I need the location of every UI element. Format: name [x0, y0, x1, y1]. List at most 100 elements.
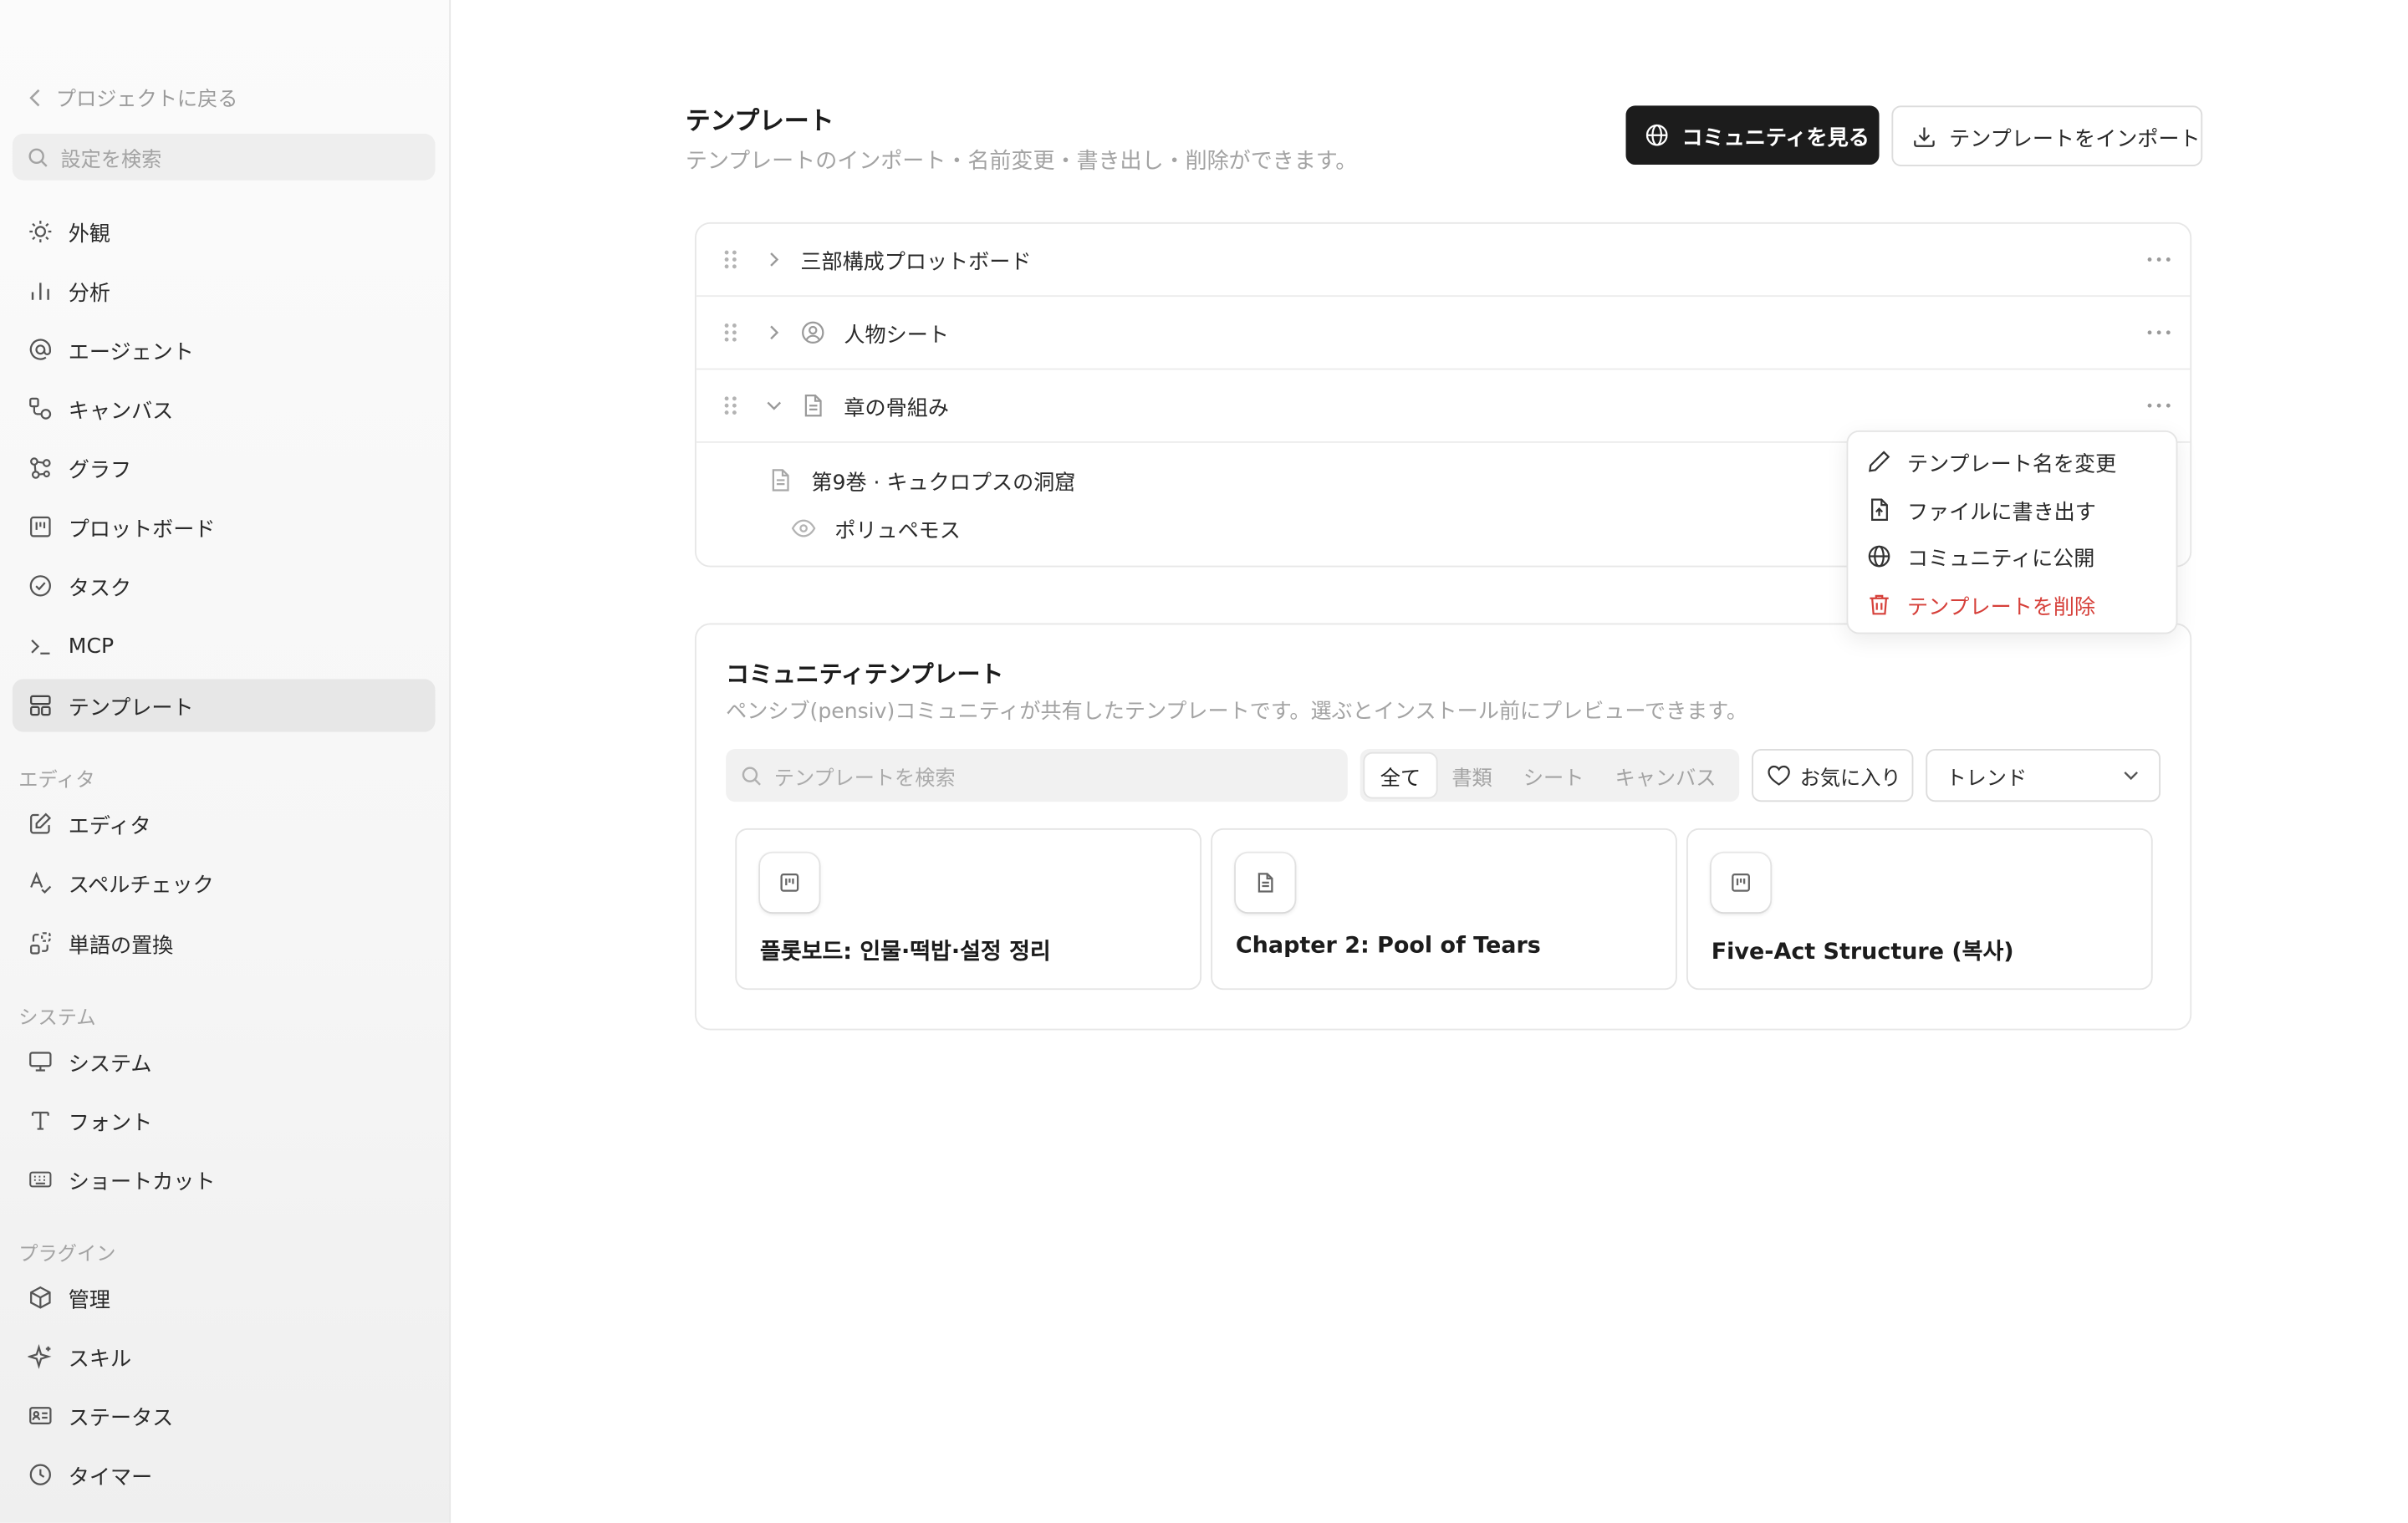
sidebar-item-label: グラフ: [68, 458, 132, 484]
card-icon-wrapper: [760, 853, 819, 913]
menu-item-label: ファイルに書き出す: [1906, 500, 2096, 526]
page-title: テンプレート: [685, 105, 834, 135]
template-row[interactable]: 人物シート: [696, 297, 2190, 369]
community-search-placeholder: テンプレートを検索: [773, 767, 956, 791]
chevron-down-icon[interactable]: [765, 396, 783, 415]
eye-icon: [791, 519, 816, 537]
community-template-card[interactable]: 플롯보드: 인물·떡밥·설정 정리: [735, 828, 1202, 991]
section-label-system: システム: [18, 1005, 96, 1029]
sidebar-item-spellcheck[interactable]: スペルチェック: [13, 856, 436, 909]
settings-search-input[interactable]: 設定を検索: [12, 133, 436, 181]
id-card-icon: [29, 1407, 52, 1424]
sidebar-item-label: エージェント: [68, 340, 194, 365]
sidebar-item-label: テンプレート: [68, 695, 194, 721]
menu-item-label: コミュニティに公開: [1906, 547, 2095, 573]
sidebar-item-canvas[interactable]: キャンバス: [13, 382, 436, 435]
view-community-button[interactable]: コミュニティを見る: [1625, 105, 1880, 166]
search-icon: [742, 766, 761, 785]
more-horizontal-icon[interactable]: [2146, 402, 2171, 408]
sidebar-item-editor[interactable]: エディタ: [13, 797, 436, 850]
sidebar-item-manage[interactable]: 管理: [13, 1271, 436, 1324]
sidebar-item-font[interactable]: フォント: [13, 1094, 436, 1147]
sidebar-item-mcp[interactable]: MCP: [13, 620, 436, 673]
sidebar-item-status[interactable]: ステータス: [13, 1389, 436, 1442]
page-subtitle: テンプレートのインポート・名前変更・書き出し・削除ができます。: [685, 149, 1358, 175]
sidebar-item-label: ステータス: [68, 1406, 174, 1432]
favorites-toggle[interactable]: お気に入り: [1752, 749, 1914, 802]
section-label-plugin: プラグイン: [18, 1241, 116, 1266]
rename-template-menu-item[interactable]: テンプレート名を変更: [1867, 441, 2116, 481]
sidebar-item-word-replace[interactable]: 単語の置換: [13, 917, 436, 970]
sidebar-item-skill[interactable]: スキル: [13, 1330, 436, 1383]
template-icon: [30, 695, 51, 716]
settings-search-placeholder: 設定を検索: [60, 148, 162, 172]
terminal-icon: [31, 639, 50, 655]
sidebar-item-label: ショートカット: [68, 1169, 216, 1195]
card-icon-wrapper: [1235, 853, 1295, 913]
drag-handle-icon[interactable]: [722, 248, 738, 270]
community-template-card[interactable]: Chapter 2: Pool of Tears: [1211, 828, 1677, 991]
package-icon: [30, 1286, 51, 1309]
filter-sheets[interactable]: シート: [1508, 754, 1599, 797]
user-circle-icon: [802, 321, 824, 344]
export-file-menu-item[interactable]: ファイルに書き出す: [1867, 490, 2096, 530]
back-to-project-link[interactable]: プロジェクトに戻る: [28, 83, 237, 112]
sidebar-item-label: 単語の置換: [68, 934, 174, 960]
drag-handle-icon[interactable]: [722, 395, 738, 416]
document-icon: [772, 469, 789, 492]
publish-community-menu-item[interactable]: コミュニティに公開: [1867, 536, 2095, 576]
sidebar-item-label: 分析: [68, 281, 110, 307]
view-community-label: コミュニティを見る: [1681, 125, 1870, 151]
sidebar-item-label: タスク: [68, 576, 132, 602]
template-child-name: 第9巻 · キュクロプスの洞窟: [811, 471, 1076, 497]
globe-icon: [1645, 124, 1668, 146]
templates-settings-panel: テンプレート テンプレートのインポート・名前変更・書き出し・削除ができます。 コ…: [451, 0, 2407, 1523]
chevron-right-icon[interactable]: [765, 250, 783, 268]
filter-all[interactable]: 全て: [1365, 753, 1436, 797]
monitor-icon: [29, 1052, 52, 1072]
sidebar-item-task[interactable]: タスク: [13, 559, 436, 612]
sun-icon: [29, 220, 52, 243]
sidebar-item-appearance[interactable]: 外観: [13, 205, 436, 257]
clock-icon: [29, 1464, 51, 1485]
edit-icon: [30, 812, 52, 834]
sidebar-item-label: エディタ: [68, 814, 151, 839]
card-name: Chapter 2: Pool of Tears: [1235, 934, 1541, 960]
replace-icon: [30, 932, 51, 955]
community-search-input[interactable]: テンプレートを検索: [726, 749, 1348, 802]
sidebar-item-shortcut[interactable]: ショートカット: [13, 1153, 436, 1205]
template-child-name: ポリュペモス: [834, 518, 961, 544]
sidebar-item-graph[interactable]: グラフ: [13, 441, 436, 494]
more-horizontal-icon[interactable]: [2146, 257, 2171, 262]
sidebar-item-system[interactable]: システム: [13, 1035, 436, 1087]
sidebar-item-timer[interactable]: タイマー: [13, 1449, 436, 1501]
more-horizontal-icon[interactable]: [2146, 329, 2171, 335]
section-label-editor: エディタ: [18, 767, 95, 792]
sidebar-item-label: 外観: [68, 222, 110, 247]
sort-value: トレンド: [1946, 767, 2028, 791]
download-icon: [1914, 126, 1935, 146]
spellcheck-icon: [30, 871, 52, 894]
delete-template-menu-item[interactable]: テンプレートを削除: [1867, 584, 2095, 624]
sidebar-item-plotboard[interactable]: プロットボード: [13, 501, 436, 553]
filter-canvas[interactable]: キャンバス: [1599, 754, 1732, 797]
card-name: Five-Act Structure (복사): [1711, 940, 2014, 965]
sidebar-item-analytics[interactable]: 分析: [13, 264, 436, 317]
sidebar-item-template[interactable]: テンプレート: [12, 679, 436, 732]
template-context-menu: テンプレート名を変更 ファイルに書き出す コミュニティに公開 テンプレートを削除: [1846, 430, 2178, 634]
sidebar-item-agent[interactable]: エージェント: [13, 323, 436, 376]
plotboard-icon: [780, 874, 799, 892]
template-name: 章の骨組み: [844, 396, 949, 421]
template-row[interactable]: 三部構成プロットボード: [696, 224, 2190, 296]
menu-item-label: テンプレートを削除: [1906, 594, 2096, 620]
sidebar-item-label: スペルチェック: [68, 873, 214, 899]
sort-select[interactable]: トレンド: [1926, 749, 2161, 802]
sidebar-item-label: フォント: [68, 1111, 153, 1136]
chevron-right-icon[interactable]: [765, 323, 783, 342]
filter-documents[interactable]: 書類: [1436, 754, 1508, 797]
drag-handle-icon[interactable]: [722, 322, 738, 344]
import-template-button[interactable]: テンプレートをインポート: [1891, 105, 2203, 166]
community-template-card[interactable]: Five-Act Structure (복사): [1686, 828, 2153, 991]
sparkle-icon: [28, 1344, 52, 1369]
trash-icon: [1870, 594, 1889, 615]
